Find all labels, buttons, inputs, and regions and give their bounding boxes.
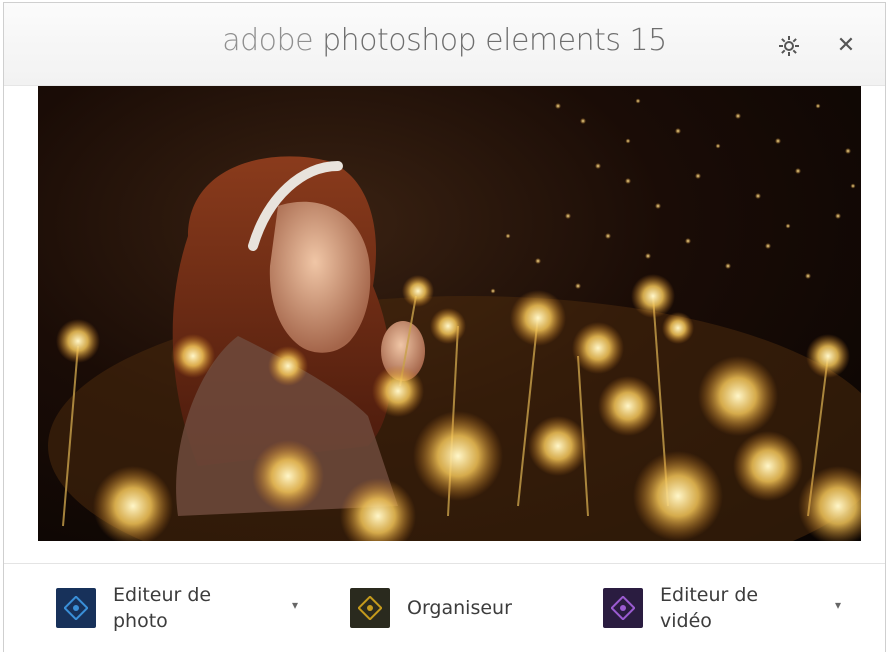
app-title: adobe photoshop elements 15 [4,23,885,58]
photo-editor-label-line2: photo [113,610,168,632]
organizer-label: Organiseur [407,595,557,621]
video-editor-chevron-down-icon[interactable]: ▾ [835,598,841,612]
app-title-product: photoshop elements 15 [322,23,667,58]
video-editor-label: Editeur de vidéo [660,582,810,634]
welcome-window: adobe photoshop elements 15 ✕ Editeur de… [3,2,886,654]
organizer-label-line1: Organiseur [407,597,512,619]
organizer-icon [350,588,390,628]
close-icon: ✕ [836,33,856,58]
video-editor-label-line2: vidéo [660,610,712,632]
title-bar: adobe photoshop elements 15 ✕ [4,3,885,86]
app-title-brand: adobe [222,23,314,58]
photo-editor-label-line1: Editeur de [113,584,212,606]
organizer-launcher[interactable]: Organiseur [350,578,557,638]
close-button[interactable]: ✕ [831,31,861,61]
launcher-bar: Editeur de photo ▾ Organiseur Editeur de… [4,563,885,654]
photo-editor-chevron-down-icon[interactable]: ▾ [292,598,298,612]
hero-photo-illustration [48,98,861,541]
settings-button[interactable] [774,31,804,61]
hero-image [38,86,861,541]
video-editor-label-line1: Editeur de [660,584,759,606]
video-editor-launcher[interactable]: Editeur de vidéo ▾ [603,578,841,638]
gear-icon [779,36,799,56]
photo-editor-icon [56,588,96,628]
photo-editor-label: Editeur de photo [113,582,263,634]
video-editor-icon [603,588,643,628]
photo-editor-launcher[interactable]: Editeur de photo ▾ [56,578,298,638]
